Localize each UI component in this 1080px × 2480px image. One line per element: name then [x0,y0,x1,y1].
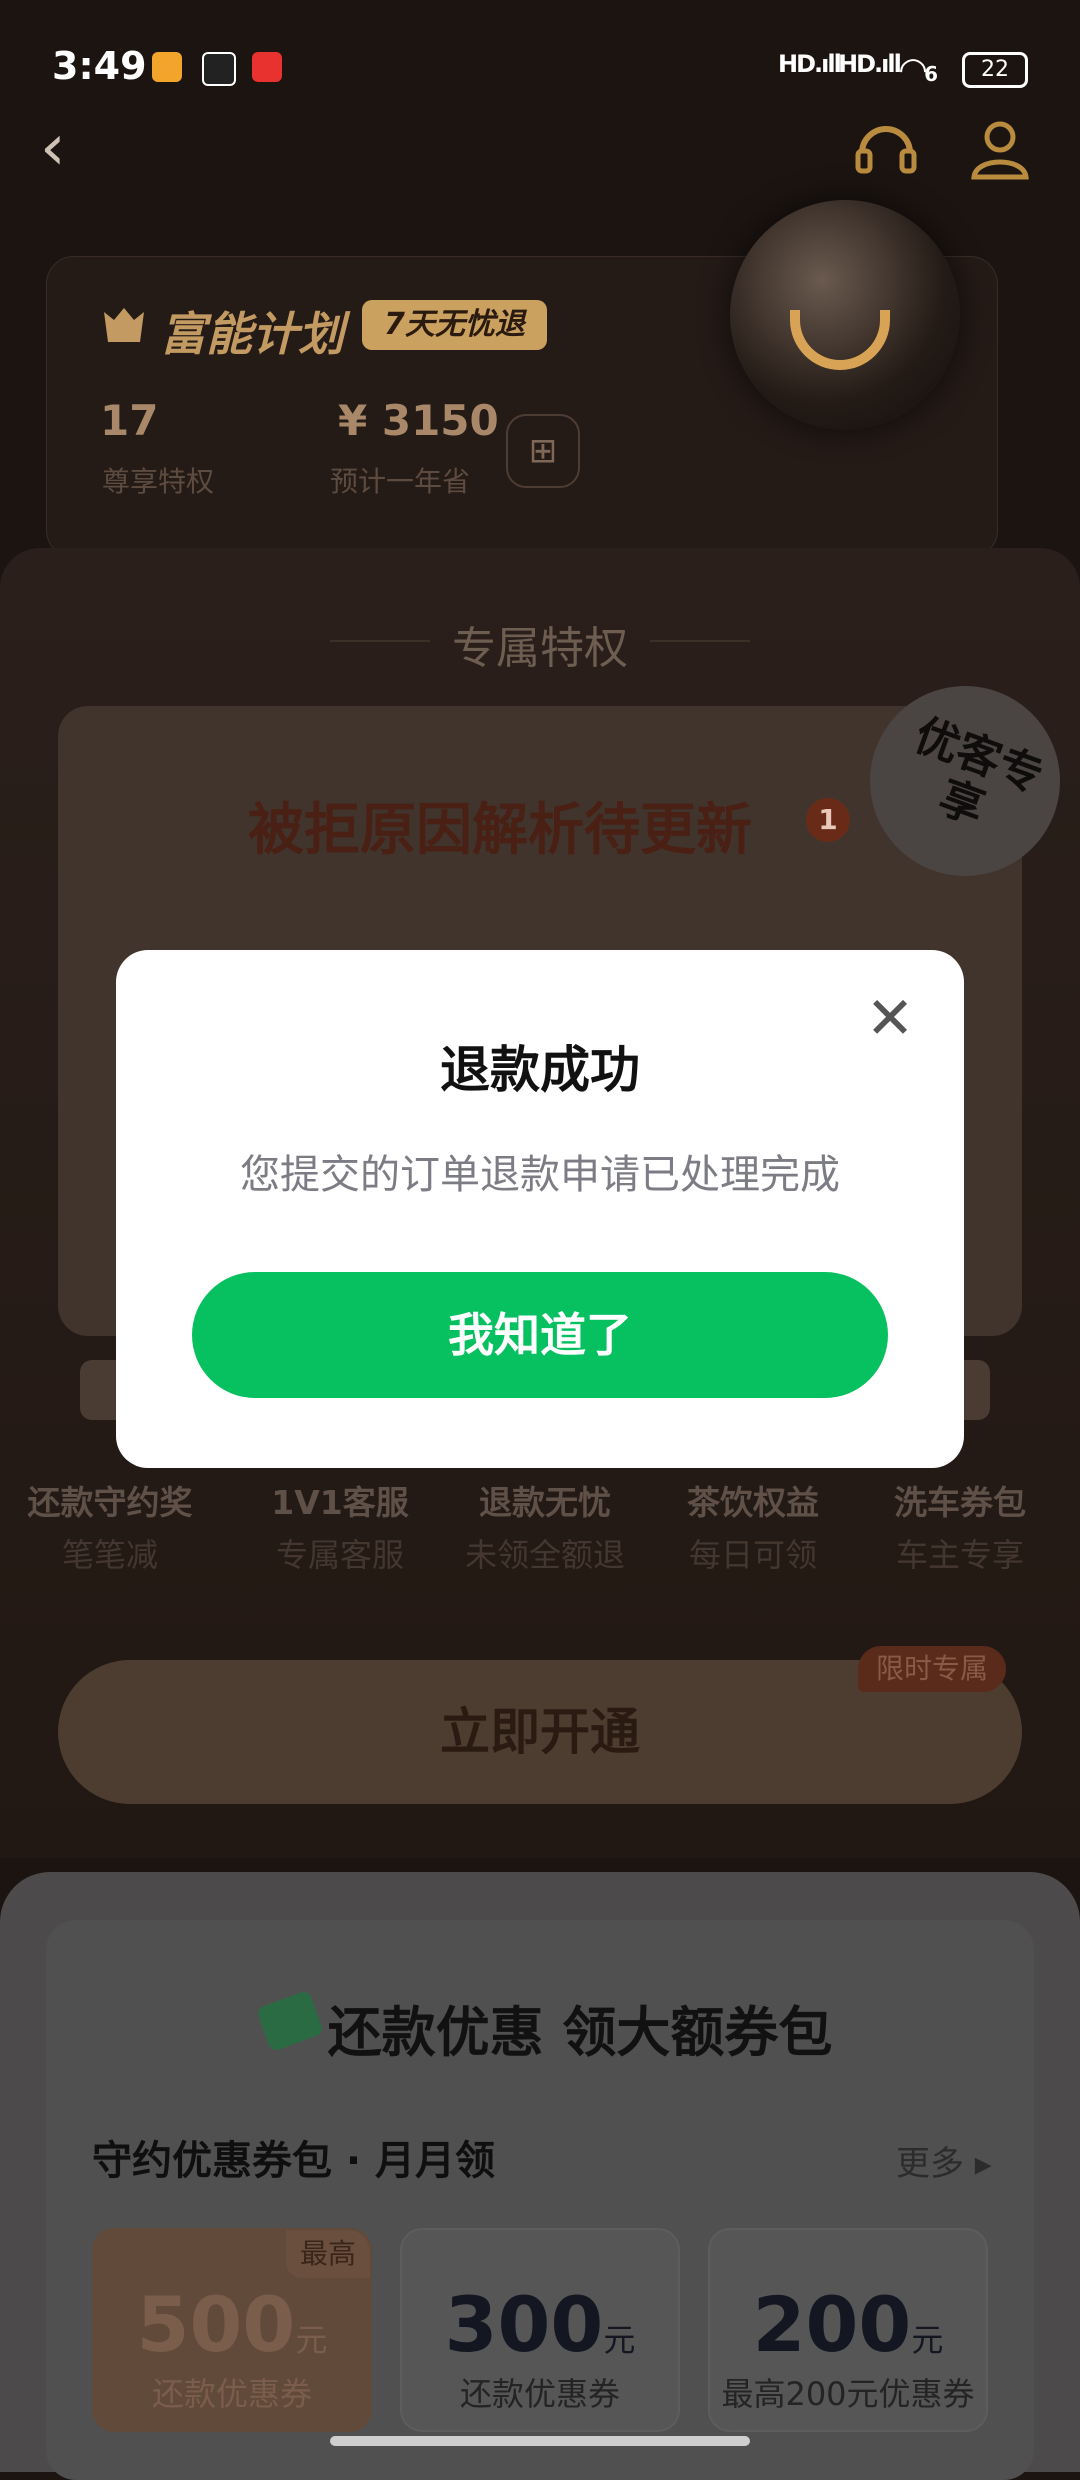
dialog-title: 退款成功 [440,1041,640,1099]
dialog-message: 您提交的订单退款申请已处理完成 [240,1152,840,1198]
got-it-button[interactable]: 我知道了 [192,1272,888,1398]
